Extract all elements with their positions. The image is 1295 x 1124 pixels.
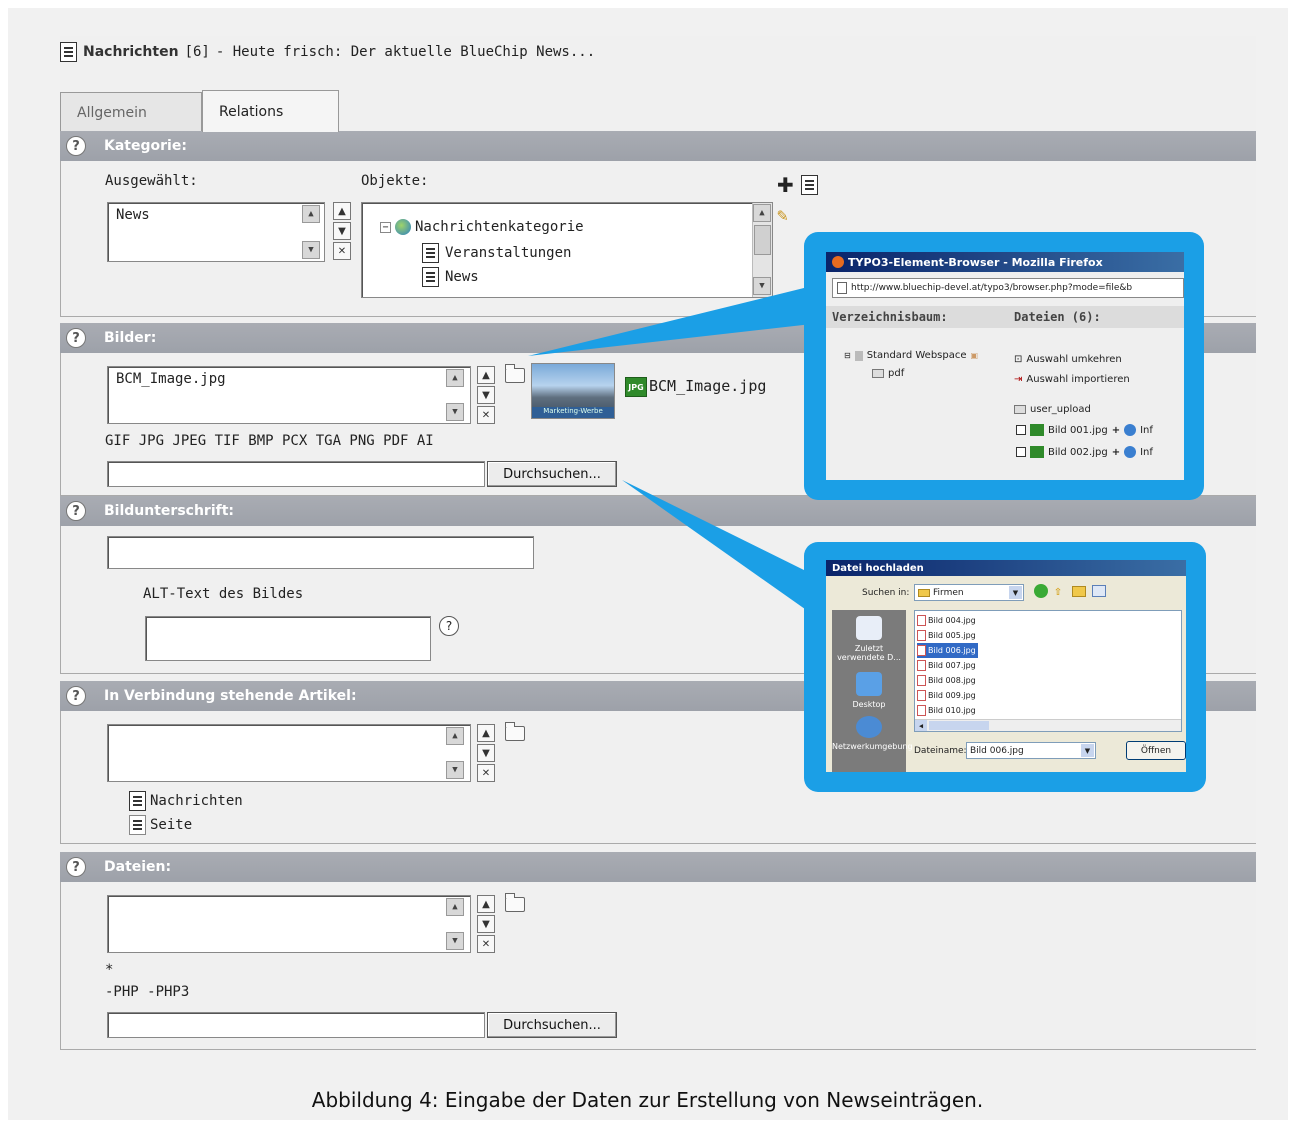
window-titlebar: TYPO3-Element-Browser - Mozilla Firefox <box>826 252 1184 272</box>
place-label[interactable]: Netzwerkumgebung <box>832 742 913 751</box>
jpg-file-icon <box>1030 446 1044 458</box>
place-label[interactable]: Desktop <box>832 700 906 709</box>
browser-columns-header: Verzeichnisbaum: Dateien (6): <box>826 306 1184 328</box>
scroll-thumb[interactable] <box>929 721 989 730</box>
image-file-icon <box>917 630 926 641</box>
recent-icon[interactable] <box>856 616 882 640</box>
file-item-label: Bild 007.jpg <box>928 661 976 670</box>
folder-icon <box>918 588 930 597</box>
tab-relations[interactable]: Relations <box>202 90 339 132</box>
window-title: TYPO3-Element-Browser - Mozilla Firefox <box>848 255 1103 269</box>
image-file-icon <box>917 615 926 626</box>
address-bar[interactable]: http://www.bluechip-devel.at/typo3/brows… <box>832 278 1184 298</box>
file-list[interactable]: Bild 004.jpg Bild 005.jpg Bild 006.jpg Bild… <box>914 610 1182 732</box>
file-checkbox[interactable] <box>1016 425 1026 435</box>
action-label: Auswahl umkehren <box>1026 354 1122 365</box>
element-browser-callout: TYPO3-Element-Browser - Mozilla Firefox … <box>804 232 1204 500</box>
add-file-icon[interactable]: + <box>1112 425 1120 436</box>
image-file-icon <box>917 705 926 716</box>
pointer-to-upload-dialog <box>622 480 812 614</box>
up-folder-icon[interactable]: ⇧ <box>1054 584 1062 599</box>
file-item-label: Bild 010.jpg <box>928 706 976 715</box>
view-menu-icon[interactable] <box>1092 585 1106 597</box>
open-button[interactable]: Öffnen <box>1126 741 1186 760</box>
file-item[interactable]: Bild 006.jpg <box>917 643 978 658</box>
folder-icon <box>1014 405 1026 414</box>
address-url: http://www.bluechip-devel.at/typo3/brows… <box>851 283 1133 293</box>
image-file-icon <box>917 675 926 686</box>
scroll-left-arrow[interactable]: ◀ <box>915 720 927 731</box>
file-label: Bild 001.jpg <box>1048 424 1108 436</box>
image-file-icon <box>917 660 926 671</box>
file-item-label: Bild 004.jpg <box>928 616 976 625</box>
dialog-title: Datei hochladen <box>832 562 924 574</box>
upload-dialog-callout: Datei hochladen Suchen in: Firmen ▼ ⇧ Zu… <box>804 542 1206 792</box>
file-item[interactable]: Bild 007.jpg <box>917 658 978 673</box>
tree-folder-pdf[interactable]: pdf <box>872 368 904 379</box>
tab-relations-label: Relations <box>219 103 284 120</box>
horizontal-scrollbar[interactable]: ◀ <box>915 719 1181 731</box>
desktop-icon[interactable] <box>856 672 882 696</box>
file-item-label: Bild 005.jpg <box>928 631 976 640</box>
file-item[interactable]: Bild 005.jpg <box>917 628 978 643</box>
file-item[interactable]: Bild 004.jpg <box>917 613 978 628</box>
file-item[interactable]: Bild 009.jpg <box>917 688 978 703</box>
folder-icon <box>872 369 884 378</box>
folder-label: pdf <box>888 368 905 379</box>
filename-label: Dateiname: <box>914 746 967 756</box>
info-icon[interactable] <box>1124 424 1137 436</box>
upload-folder[interactable]: user_upload <box>1014 404 1091 415</box>
file-checkbox[interactable] <box>1016 447 1026 457</box>
places-bar: Zuletzt verwendete D... Desktop Netzwerk… <box>832 610 913 772</box>
file-label: Bild 002.jpg <box>1048 446 1108 458</box>
chevron-down-icon[interactable]: ▼ <box>1009 586 1022 599</box>
back-icon[interactable] <box>1034 584 1048 598</box>
info-icon[interactable] <box>1124 446 1137 458</box>
info-label: Inf <box>1140 424 1153 436</box>
file-list-items: Bild 004.jpg Bild 005.jpg Bild 006.jpg Bild… <box>917 613 978 718</box>
place-label[interactable]: Zuletzt verwendete D... <box>832 644 906 662</box>
add-file-icon[interactable]: + <box>1112 447 1120 458</box>
tree-header: Verzeichnisbaum: <box>832 310 948 324</box>
jpg-file-icon <box>1030 424 1044 436</box>
import-selection-action[interactable]: ⇥ Auswahl importieren <box>1014 374 1130 385</box>
file-row-002[interactable]: Bild 002.jpg + Inf <box>1016 446 1153 458</box>
file-item-label: Bild 008.jpg <box>928 676 976 685</box>
folder-label: user_upload <box>1030 404 1091 415</box>
upload-dialog-window: Datei hochladen Suchen in: Firmen ▼ ⇧ Zu… <box>826 560 1186 772</box>
pointer-to-element-browser <box>528 286 812 356</box>
tree-root[interactable]: ⊟ Standard Webspace ▣ <box>844 350 978 361</box>
action-label: Auswahl importieren <box>1026 374 1130 385</box>
file-item[interactable]: Bild 010.jpg <box>917 703 978 718</box>
info-label: Inf <box>1140 446 1153 458</box>
look-in-value: Firmen <box>933 587 964 598</box>
figure-caption: Abbildung 4: Eingabe der Daten zur Erste… <box>311 1088 984 1112</box>
image-file-icon <box>917 645 926 656</box>
dialog-titlebar: Datei hochladen <box>826 560 1186 576</box>
file-item[interactable]: Bild 008.jpg <box>917 673 978 688</box>
file-row-001[interactable]: Bild 001.jpg + Inf <box>1016 424 1153 436</box>
server-icon <box>854 350 863 361</box>
element-browser-window: TYPO3-Element-Browser - Mozilla Firefox … <box>826 252 1184 480</box>
open-button-label: Öffnen <box>1140 745 1172 756</box>
image-file-icon <box>917 690 926 701</box>
tree-root-label: Standard Webspace <box>866 350 967 361</box>
new-folder-icon[interactable] <box>1072 586 1086 597</box>
filename-input[interactable]: Bild 006.jpg ▼ <box>966 742 1096 759</box>
file-item-label: Bild 006.jpg <box>928 646 976 655</box>
look-in-dropdown[interactable]: Firmen ▼ <box>914 584 1024 601</box>
filename-value: Bild 006.jpg <box>970 745 1024 756</box>
firefox-icon <box>832 256 844 268</box>
page-icon <box>837 282 847 294</box>
file-item-label: Bild 009.jpg <box>928 691 976 700</box>
invert-selection-action[interactable]: ⊡ Auswahl umkehren <box>1014 354 1122 365</box>
search-in-label: Suchen in: <box>862 588 910 598</box>
network-icon[interactable] <box>856 716 882 738</box>
chevron-down-icon[interactable]: ▼ <box>1081 744 1094 757</box>
files-header: Dateien (6): <box>1014 310 1101 324</box>
